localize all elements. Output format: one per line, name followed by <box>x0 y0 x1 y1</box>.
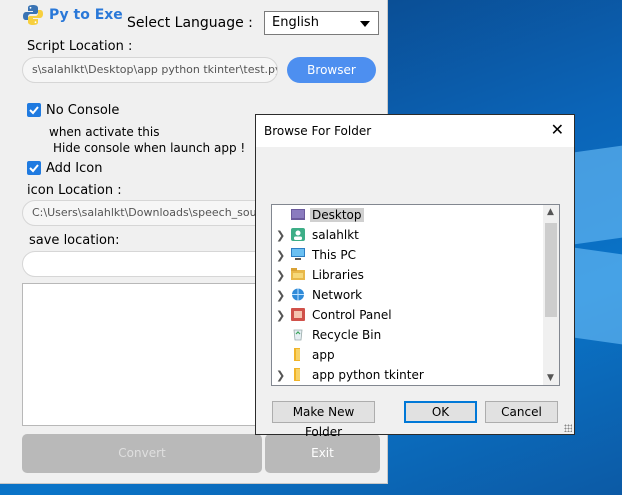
libraries-icon <box>291 268 305 280</box>
folder-icon <box>294 368 300 381</box>
tree-item-recycle-bin[interactable]: Recycle Bin <box>272 325 542 345</box>
tree-item-app[interactable]: app <box>272 345 542 365</box>
no-console-note-2: Hide console when launch app ! <box>53 141 246 155</box>
browse-for-folder-dialog: Browse For Folder ✕ Desktop ❯ salahlkt ❯… <box>255 114 575 439</box>
checkmark-icon <box>29 106 39 115</box>
icon-location-input[interactable]: C:\Users\salahlkt\Downloads\speech_sour <box>22 200 278 226</box>
scroll-down-icon[interactable]: ▼ <box>547 373 554 383</box>
make-new-folder-button[interactable]: Make New Folder <box>272 401 375 439</box>
icon-location-label: icon Location : <box>27 183 122 198</box>
no-console-note: when activate this <box>49 125 160 139</box>
tree-item-libraries[interactable]: ❯ Libraries <box>272 265 542 285</box>
tree-item-label: app python tkinter <box>312 368 424 382</box>
language-select-value: English <box>272 15 319 30</box>
save-location-input[interactable] <box>22 251 278 277</box>
no-console-label: No Console <box>46 103 120 118</box>
language-select[interactable]: English <box>264 11 379 35</box>
desktop-icon <box>291 209 305 220</box>
tree-item-label: Libraries <box>312 268 364 282</box>
tree-item-label: Recycle Bin <box>312 328 382 342</box>
resize-grip-icon[interactable] <box>564 424 572 432</box>
scrollbar-thumb[interactable] <box>545 223 557 317</box>
chevron-down-icon <box>360 21 370 27</box>
convert-button[interactable]: Convert <box>22 434 262 473</box>
checkmark-icon <box>29 164 39 173</box>
no-console-checkbox[interactable] <box>27 103 41 117</box>
tree-item-control-panel[interactable]: ❯ Control Panel <box>272 305 542 325</box>
python-logo-icon <box>23 5 43 25</box>
tree-scrollbar[interactable]: ▲ ▼ <box>543 205 559 385</box>
add-icon-label: Add Icon <box>46 161 103 176</box>
cancel-button[interactable]: Cancel <box>485 401 558 423</box>
computer-icon <box>291 248 305 260</box>
tree-item-label: This PC <box>312 248 356 262</box>
tree-item-salahlkt[interactable]: ❯ salahlkt <box>272 225 542 245</box>
chevron-right-icon[interactable]: ❯ <box>276 289 285 302</box>
folder-icon <box>294 348 300 361</box>
tree-item-desktop[interactable]: Desktop <box>272 205 542 225</box>
scroll-up-icon[interactable]: ▲ <box>547 207 554 217</box>
browse-button[interactable]: Browser <box>287 57 376 83</box>
chevron-right-icon[interactable]: ❯ <box>276 229 285 242</box>
network-icon <box>292 288 304 301</box>
chevron-right-icon[interactable]: ❯ <box>276 269 285 282</box>
tree-item-label: app <box>312 348 335 362</box>
dialog-titlebar: Browse For Folder ✕ <box>256 115 574 147</box>
recycle-bin-icon <box>293 329 303 341</box>
control-panel-icon <box>291 308 305 321</box>
tree-item-label: Control Panel <box>312 308 392 322</box>
chevron-right-icon[interactable]: ❯ <box>276 309 285 322</box>
folder-tree[interactable]: Desktop ❯ salahlkt ❯ This PC ❯ Libraries… <box>271 204 560 386</box>
language-label: Select Language : <box>127 15 253 31</box>
dialog-title: Browse For Folder <box>264 124 372 138</box>
app-title: Py to Exe <box>49 7 123 23</box>
script-location-label: Script Location : <box>27 39 133 54</box>
tree-item-label: Network <box>312 288 363 302</box>
script-location-input[interactable]: s\salahlkt\Desktop\app python tkinter\te… <box>22 57 278 83</box>
ok-button[interactable]: OK <box>404 401 477 423</box>
chevron-right-icon[interactable]: ❯ <box>276 249 285 262</box>
tree-item-app-python-tkinter[interactable]: ❯ app python tkinter <box>272 365 542 385</box>
add-icon-checkbox[interactable] <box>27 161 41 175</box>
tree-item-this-pc[interactable]: ❯ This PC <box>272 245 542 265</box>
chevron-right-icon[interactable]: ❯ <box>276 369 285 382</box>
tree-item-network[interactable]: ❯ Network <box>272 285 542 305</box>
tree-item-label: salahlkt <box>312 228 359 242</box>
close-icon[interactable]: ✕ <box>551 122 564 138</box>
user-folder-icon <box>291 228 305 241</box>
save-location-label: save location: <box>29 233 120 248</box>
tree-item-label: Desktop <box>310 208 364 222</box>
